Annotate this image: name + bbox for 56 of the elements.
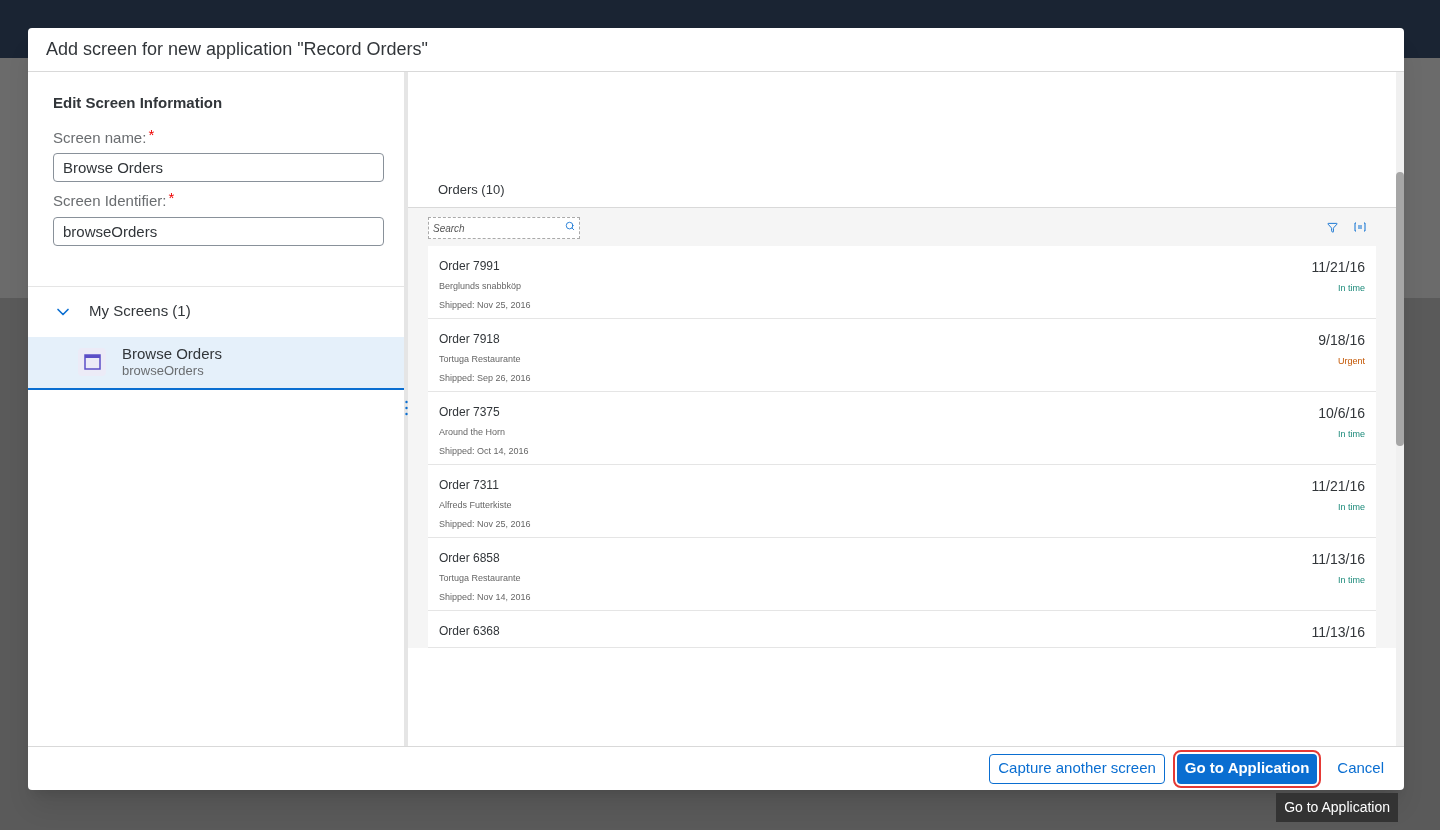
order-date: 11/21/16 — [1311, 477, 1365, 496]
order-title: Order 7375 — [439, 404, 501, 421]
required-mark: * — [148, 126, 155, 142]
shipped-date: Shipped: Nov 25, 2016 — [439, 517, 531, 531]
order-status: Urgent — [1338, 355, 1365, 368]
order-list-item[interactable]: Order 6858 Tortuga Restaurante Shipped: Nov 14, 2016 11/13/16 In time — [428, 538, 1376, 611]
order-title: Order 7918 — [439, 331, 501, 348]
capture-button[interactable]: Capture another screen — [989, 753, 1165, 784]
order-list-item[interactable]: Order 7311 Alfreds Futterkiste Shipped: Nov 25, 2016 11/21/16 In time — [428, 465, 1376, 538]
order-status: In time — [1338, 501, 1365, 514]
section-heading: Edit Screen Information — [53, 93, 224, 113]
order-list-item[interactable]: Order 7375 Around the Horn Shipped: Oct 14, 2016 10/6/16 In time — [428, 392, 1376, 465]
shipped-date: Shipped: Sep 26, 2016 — [439, 371, 531, 385]
order-status: In time — [1338, 428, 1365, 441]
tooltip: Go to Application — [1276, 793, 1398, 822]
order-date: 9/18/16 — [1318, 331, 1365, 350]
customer-name: Berglunds snabbköp — [439, 280, 523, 293]
customer-name: Alfreds Futterkiste — [439, 499, 513, 512]
list-settings-icon[interactable] — [1354, 221, 1366, 232]
field-label: Screen name: — [53, 127, 147, 148]
screen-title: Browse Orders — [122, 344, 223, 364]
resize-handle-icon[interactable] — [405, 400, 408, 416]
order-title: Order 6368 — [439, 623, 500, 640]
shipped-date: Shipped: Nov 25, 2016 — [439, 298, 531, 312]
customer-name: Tortuga Restaurante — [439, 353, 522, 366]
customer-name: Around the Horn — [439, 426, 507, 439]
scrollbar[interactable] — [1396, 172, 1404, 446]
field-label: Screen Identifier: — [53, 191, 167, 211]
cancel-button[interactable]: Cancel — [1329, 753, 1392, 784]
list-title: Orders (10) — [438, 181, 505, 199]
filter-icon[interactable] — [1327, 221, 1338, 233]
order-date: 11/21/16 — [1311, 258, 1365, 277]
order-title: Order 7311 — [439, 477, 500, 494]
order-status: In time — [1338, 574, 1365, 587]
dialog-title: Add screen for new application "Record Orders" — [46, 38, 428, 61]
order-title: Order 7991 — [439, 258, 501, 275]
tree-label[interactable]: My Screens (1) — [89, 300, 191, 323]
required-mark: * — [168, 190, 175, 205]
customer-name: Tortuga Restaurante — [439, 572, 522, 585]
order-status: In time — [1338, 282, 1365, 295]
screen-list-item[interactable]: Browse Orders browseOrders — [28, 336, 404, 390]
order-list-item[interactable]: Order 7918 Tortuga Restaurante Shipped: Sep 26, 2016 9/18/16 Urgent — [428, 319, 1376, 392]
search-icon[interactable] — [565, 220, 575, 231]
screen-subtitle: browseOrders — [122, 363, 205, 380]
order-date: 11/13/16 — [1311, 550, 1365, 569]
order-date: 10/6/16 — [1318, 404, 1365, 423]
order-date: 11/13/16 — [1311, 623, 1365, 642]
order-title: Order 6858 — [439, 550, 501, 567]
shipped-date: Shipped: Nov 14, 2016 — [439, 590, 531, 604]
input-field[interactable]: Browse Orders — [53, 153, 384, 182]
input-field[interactable]: browseOrders — [53, 216, 384, 246]
order-list-item[interactable]: Order 7991 Berglunds snabbköp Shipped: Nov 25, 2016 11/21/16 In time — [428, 246, 1376, 319]
search-field[interactable]: Search — [428, 217, 580, 240]
window-icon — [78, 348, 106, 376]
order-list-item[interactable]: Order 6368 11/13/16 — [428, 611, 1376, 648]
shipped-date: Shipped: Oct 14, 2016 — [439, 444, 529, 458]
